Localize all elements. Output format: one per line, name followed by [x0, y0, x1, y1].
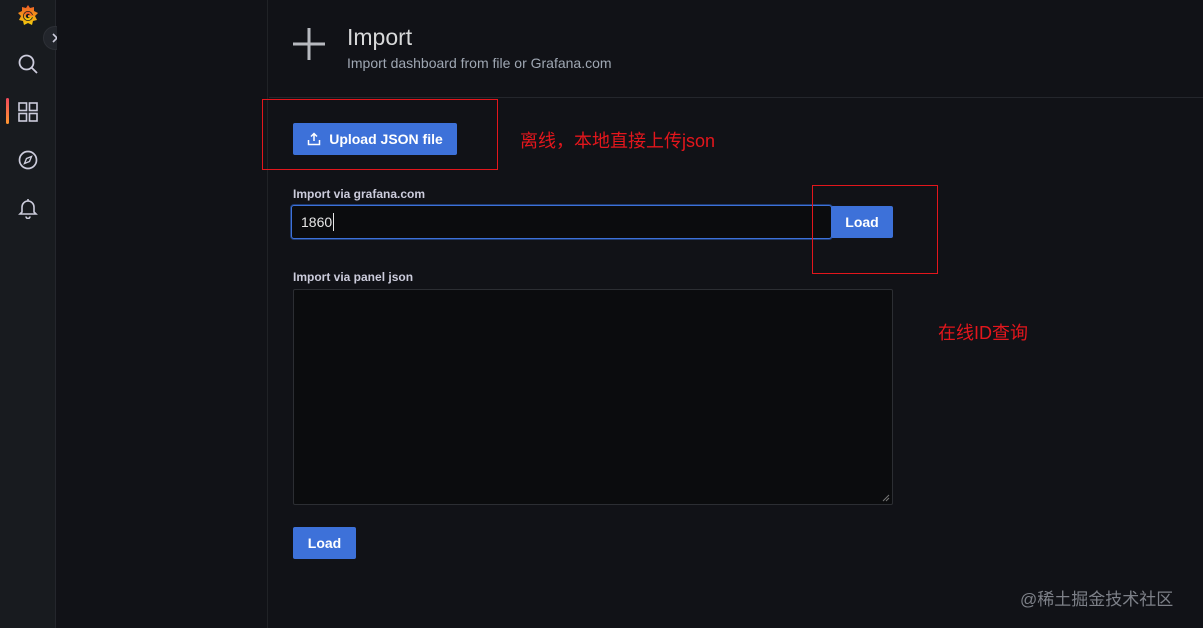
annotation-box-load — [812, 185, 938, 274]
explore-compass-icon[interactable] — [14, 146, 42, 174]
grafana-app: Import Import dashboard from file or Gra… — [0, 0, 1203, 628]
annotation-offline-note: 离线，本地直接上传json — [520, 131, 716, 151]
annotation-box-upload — [262, 99, 498, 170]
panel-json-label: Import via panel json — [293, 270, 414, 284]
panel-json-textarea[interactable] — [293, 289, 893, 505]
grafana-com-label: Import via grafana.com — [293, 187, 426, 201]
plus-icon — [293, 28, 325, 60]
sidebar-active-indicator — [6, 98, 9, 124]
grafana-com-input[interactable]: 1860 — [291, 205, 832, 239]
sidebar — [0, 0, 67, 628]
page-header: Import Import dashboard from file or Gra… — [269, 0, 1203, 98]
dashboards-icon[interactable] — [14, 98, 42, 126]
grafana-com-input-value: 1860 — [301, 214, 333, 230]
watermark: @稀土掘金技术社区 — [1020, 590, 1174, 609]
load-panel-json-button[interactable]: Load — [293, 527, 356, 559]
search-icon[interactable] — [14, 50, 42, 78]
import-form: Upload JSON file Import via grafana.com … — [269, 99, 1203, 628]
left-pane — [57, 0, 268, 628]
resize-grip-icon[interactable] — [882, 494, 890, 502]
grafana-logo-icon[interactable] — [14, 2, 42, 30]
alerting-bell-icon[interactable] — [14, 194, 42, 222]
text-caret — [333, 213, 335, 231]
annotation-online-note: 在线ID查询 — [938, 323, 1028, 343]
page-title: Import — [347, 24, 413, 50]
page-subtitle: Import dashboard from file or Grafana.co… — [347, 55, 612, 71]
